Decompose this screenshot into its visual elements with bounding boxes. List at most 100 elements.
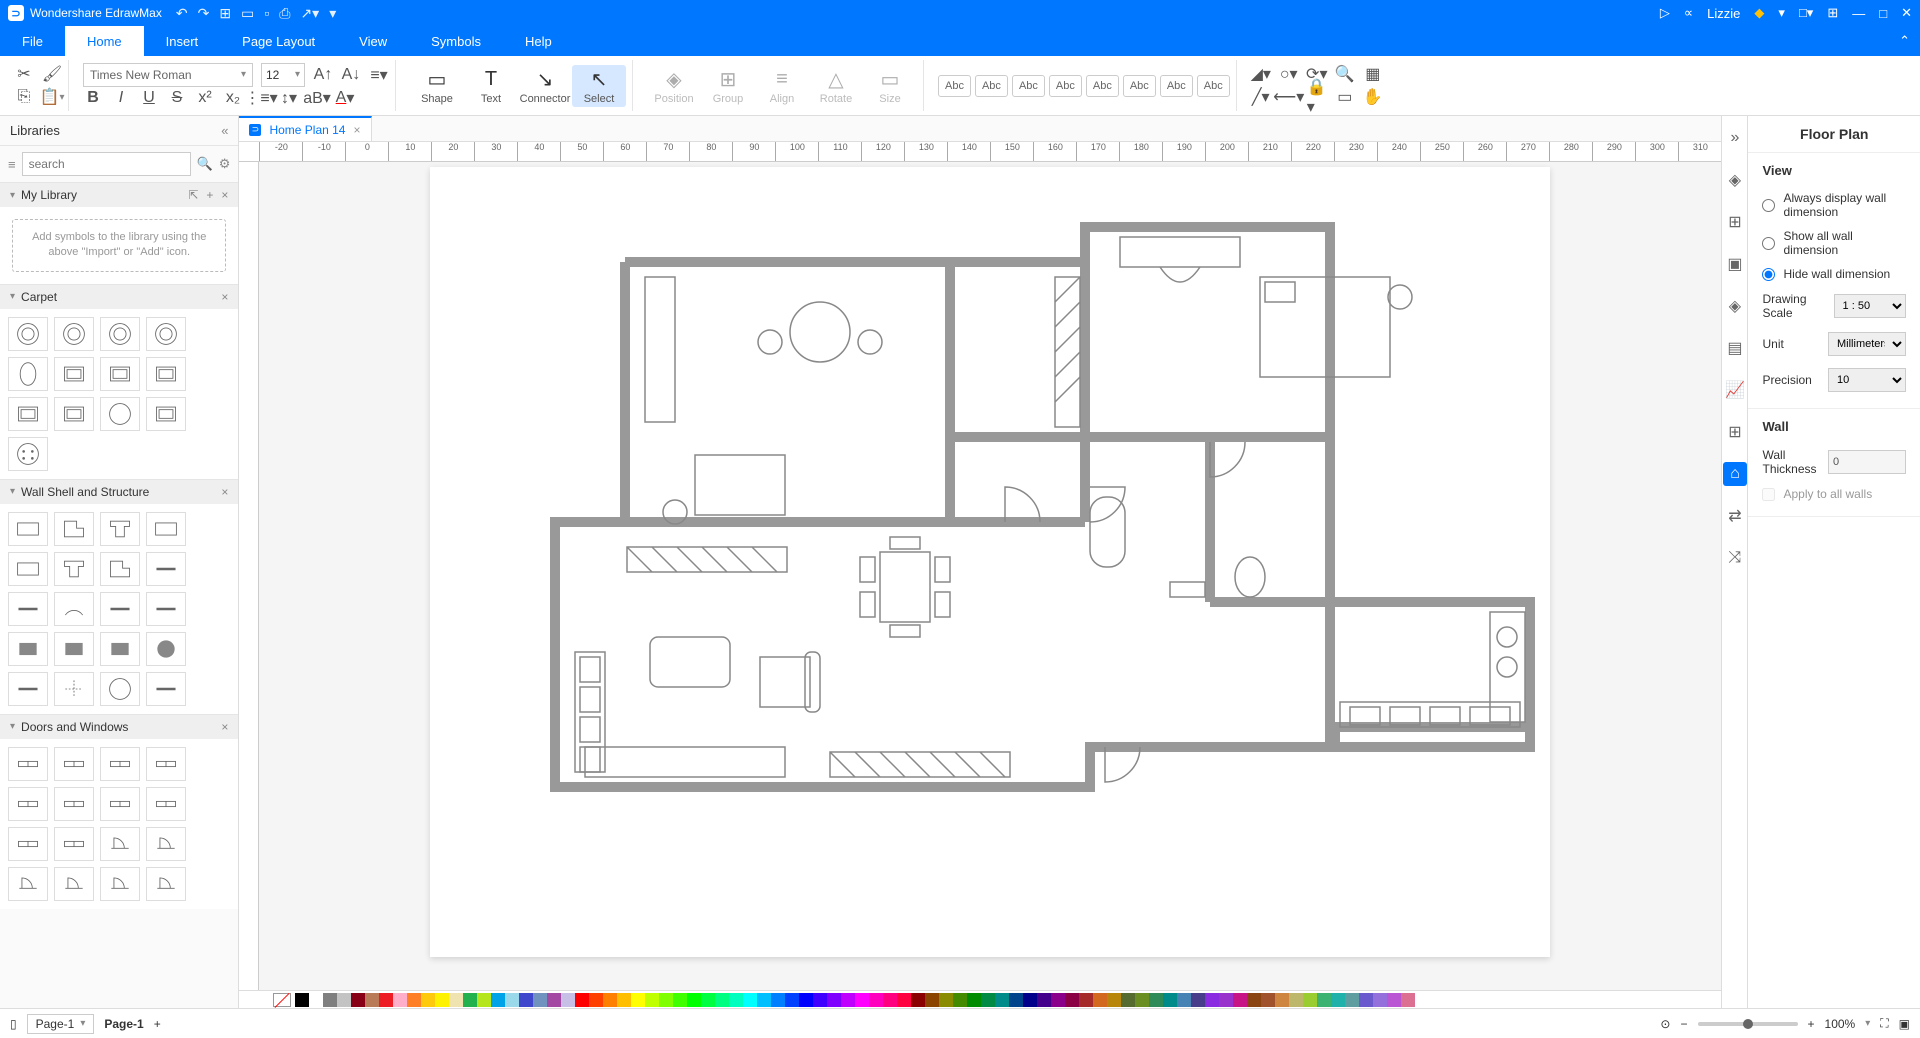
color-swatch[interactable] [337,993,351,1007]
color-swatch[interactable] [309,993,323,1007]
shape-item[interactable] [100,867,140,901]
color-swatch[interactable] [799,993,813,1007]
shape-item[interactable] [8,397,48,431]
align-icon[interactable]: ≡▾ [369,65,389,85]
search-zoom-icon[interactable]: 🔍 [1335,64,1355,84]
no-color-swatch[interactable] [273,993,291,1007]
color-swatch[interactable] [1149,993,1163,1007]
shape-item[interactable] [100,787,140,821]
shape-item[interactable] [8,672,48,706]
bold-icon[interactable]: B [83,88,103,108]
shape-tool[interactable]: ▭Shape [410,65,464,107]
new-icon[interactable]: ⊞ [219,5,231,22]
color-swatch[interactable] [771,993,785,1007]
shape-item[interactable] [8,437,48,471]
unit-select[interactable]: Millimeters [1828,332,1906,356]
color-swatch[interactable] [715,993,729,1007]
wall-head[interactable]: ▾Wall Shell and Structure× [0,480,238,504]
play-icon[interactable]: ⊙ [1660,1017,1670,1031]
shape-item[interactable] [146,357,186,391]
color-swatch[interactable] [1121,993,1135,1007]
color-swatch[interactable] [645,993,659,1007]
color-swatch[interactable] [449,993,463,1007]
line-icon[interactable]: ╱▾ [1251,87,1271,107]
format-painter-icon[interactable]: 🖌 [42,64,62,84]
add-page-icon[interactable]: + [154,1017,161,1031]
select-tool[interactable]: ↖Select [572,65,626,107]
color-swatch[interactable] [1219,993,1233,1007]
shape-item[interactable] [146,397,186,431]
color-swatch[interactable] [1065,993,1079,1007]
scale-select[interactable]: 1 : 50 [1834,294,1906,318]
radio-always-display[interactable]: Always display wall dimension [1762,186,1906,224]
color-swatch[interactable] [1373,993,1387,1007]
shape-item[interactable] [8,787,48,821]
shape-item[interactable] [54,317,94,351]
shape-item[interactable] [8,867,48,901]
shape-item[interactable] [100,317,140,351]
cut-icon[interactable]: ✂ [14,64,34,84]
color-swatch[interactable] [1135,993,1149,1007]
increase-font-icon[interactable]: A↑ [313,65,333,85]
undo-icon[interactable]: ↶ [176,5,188,22]
shape-item[interactable] [8,592,48,626]
color-swatch[interactable] [617,993,631,1007]
import-icon[interactable]: ⇱ [188,188,198,202]
page-panel-icon[interactable]: ▤ [1723,336,1747,360]
chart-icon[interactable]: 📈 [1723,378,1747,402]
color-swatch[interactable] [533,993,547,1007]
color-swatch[interactable] [687,993,701,1007]
zoom-value[interactable]: 100% [1825,1017,1856,1031]
color-swatch[interactable] [925,993,939,1007]
color-swatch[interactable] [561,993,575,1007]
zoom-out-icon[interactable]: − [1680,1017,1687,1031]
radio-show-all[interactable]: Show all wall dimension [1762,224,1906,262]
shape-item[interactable] [146,867,186,901]
color-swatch[interactable] [295,993,309,1007]
document-tab[interactable]: ⊃ Home Plan 14 × [239,116,371,141]
color-swatch[interactable] [1023,993,1037,1007]
shape-item[interactable] [146,787,186,821]
gift-icon[interactable]: □▾ [1799,5,1813,21]
shape-item[interactable] [54,672,94,706]
color-swatch[interactable] [897,993,911,1007]
shape-item[interactable] [8,827,48,861]
color-swatch[interactable] [379,993,393,1007]
shape-item[interactable] [8,552,48,586]
color-swatch[interactable] [1289,993,1303,1007]
color-swatch[interactable] [1163,993,1177,1007]
shape-item[interactable] [100,632,140,666]
page[interactable] [430,167,1550,957]
layers-icon[interactable]: ▦ [1363,64,1383,84]
page-list-icon[interactable]: ▯ [10,1017,17,1031]
apps-icon[interactable]: ⊞ [1827,5,1838,21]
color-swatch[interactable] [1079,993,1093,1007]
collapse-library-icon[interactable]: « [221,123,228,138]
color-swatch[interactable] [1009,993,1023,1007]
connector-tool[interactable]: ↘Connector [518,65,572,107]
color-swatch[interactable] [589,993,603,1007]
doors-head[interactable]: ▾Doors and Windows× [0,715,238,739]
floorplan-drawing[interactable] [530,207,1550,927]
color-swatch[interactable] [701,993,715,1007]
shape-item[interactable] [8,357,48,391]
color-swatch[interactable] [463,993,477,1007]
shape-item[interactable] [100,827,140,861]
color-swatch[interactable] [491,993,505,1007]
color-swatch[interactable] [911,993,925,1007]
shape-item[interactable] [146,632,186,666]
menu-help[interactable]: Help [503,26,574,56]
menu-home[interactable]: Home [65,26,144,56]
shape-item[interactable] [8,512,48,546]
fullscreen-icon[interactable]: ▣ [1899,1017,1910,1031]
close-tab-icon[interactable]: × [353,123,360,137]
print-icon[interactable]: ⎙ [279,5,290,22]
grid-icon[interactable]: ⊞ [1723,210,1747,234]
color-swatch[interactable] [673,993,687,1007]
shape-item[interactable] [8,632,48,666]
color-swatch[interactable] [1261,993,1275,1007]
color-swatch[interactable] [631,993,645,1007]
fill-icon[interactable]: ◢▾ [1251,64,1271,84]
apply-all-walls[interactable]: Apply to all walls [1762,482,1906,506]
color-swatch[interactable] [1331,993,1345,1007]
